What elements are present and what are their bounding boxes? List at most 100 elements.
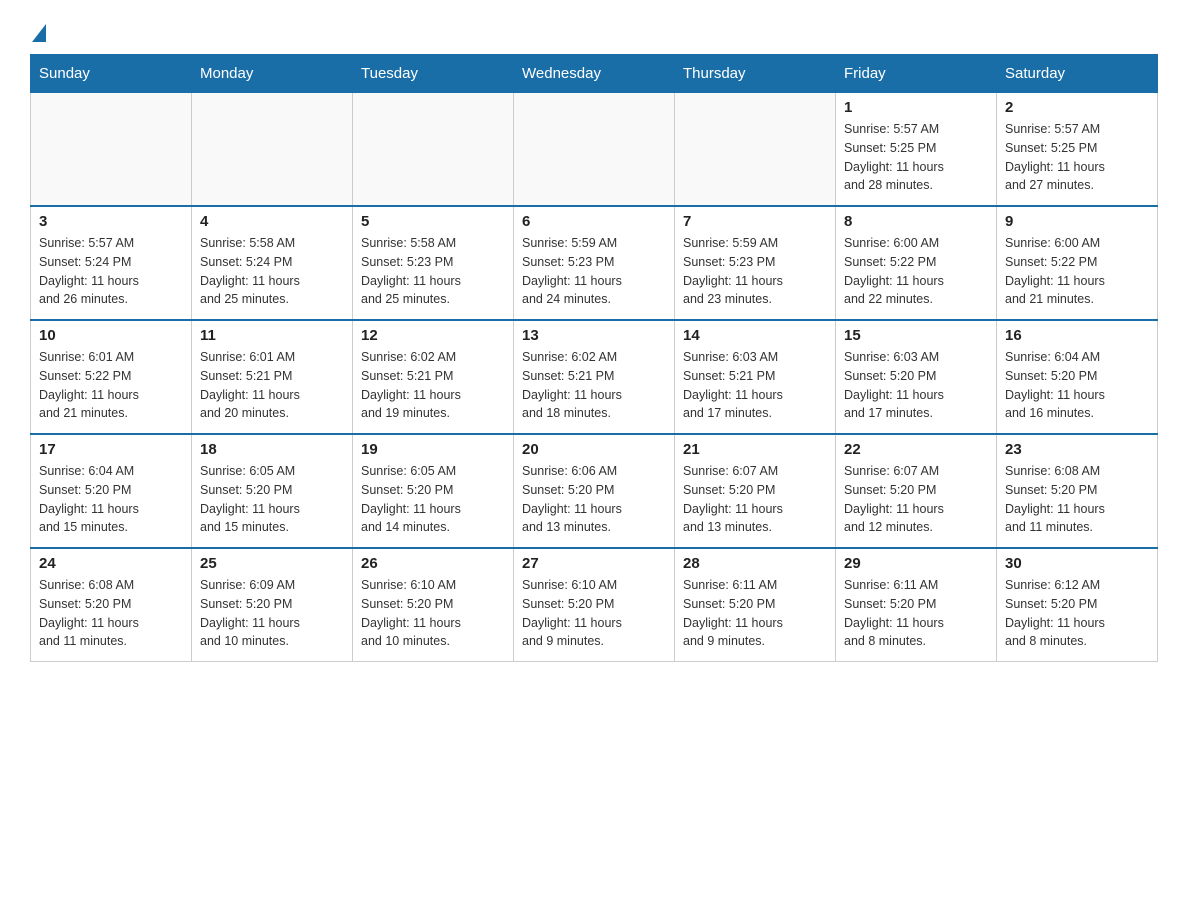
calendar-day-cell: 22 Sunrise: 6:07 AM Sunset: 5:20 PM Dayli… — [836, 434, 997, 548]
page-header — [30, 20, 1158, 34]
day-number: 27 — [522, 555, 666, 572]
day-number: 25 — [200, 555, 344, 572]
day-info: Sunrise: 5:57 AM Sunset: 5:24 PM Dayligh… — [39, 234, 183, 309]
calendar-day-cell: 4 Sunrise: 5:58 AM Sunset: 5:24 PM Daylig… — [192, 206, 353, 320]
day-number: 16 — [1005, 327, 1149, 344]
day-number: 7 — [683, 213, 827, 230]
calendar-week-row: 17 Sunrise: 6:04 AM Sunset: 5:20 PM Dayli… — [31, 434, 1158, 548]
day-info: Sunrise: 6:01 AM Sunset: 5:22 PM Dayligh… — [39, 348, 183, 423]
day-info: Sunrise: 6:10 AM Sunset: 5:20 PM Dayligh… — [361, 576, 505, 651]
day-number: 1 — [844, 99, 988, 116]
calendar-week-row: 3 Sunrise: 5:57 AM Sunset: 5:24 PM Daylig… — [31, 206, 1158, 320]
day-number: 30 — [1005, 555, 1149, 572]
calendar-day-cell — [31, 93, 192, 207]
calendar-day-cell: 1Sunrise: 5:57 AM Sunset: 5:25 PM Daylig… — [836, 93, 997, 207]
day-number: 2 — [1005, 99, 1149, 116]
calendar-day-cell: 30Sunrise: 6:12 AM Sunset: 5:20 PM Dayli… — [997, 548, 1158, 662]
day-number: 3 — [39, 213, 183, 230]
calendar-day-cell: 15 Sunrise: 6:03 AM Sunset: 5:20 PM Dayli… — [836, 320, 997, 434]
day-number: 13 — [522, 327, 666, 344]
day-number: 14 — [683, 327, 827, 344]
calendar-week-row: 1 Sunrise: 5:57 AM Sunset: 5:25 PM Daylig… — [31, 93, 1158, 207]
day-number: 8 — [844, 213, 988, 230]
calendar-day-cell: 23 Sunrise: 6:08 AM Sunset: 5:20 PM Dayli… — [997, 434, 1158, 548]
day-info: Sunrise: 5:58 AM Sunset: 5:24 PM Dayligh… — [200, 234, 344, 309]
day-info: Sunrise: 6:08 AM Sunset: 5:20 PM Dayligh… — [39, 576, 183, 651]
logo-triangle-icon — [32, 24, 46, 42]
calendar-day-cell: 11 Sunrise: 6:01 AM Sunset: 5:21 PM Dayli… — [192, 320, 353, 434]
calendar-day-cell: 16 Sunrise: 6:04 AM Sunset: 5:20 PM Dayli… — [997, 320, 1158, 434]
day-of-week-header: Tuesday — [353, 55, 514, 93]
calendar-day-cell — [192, 93, 353, 207]
day-info: Sunrise: 6:02 AM Sunset: 5:21 PM Dayligh… — [522, 348, 666, 423]
day-number: 28 — [683, 555, 827, 572]
day-of-week-header: Thursday — [675, 55, 836, 93]
day-number: 21 — [683, 441, 827, 458]
day-of-week-header: Saturday — [997, 55, 1158, 93]
day-number: 22 — [844, 441, 988, 458]
calendar-day-cell: 27 Sunrise: 6:10 AM Sunset: 5:20 PM Dayli… — [514, 548, 675, 662]
calendar-day-cell: 12Sunrise: 6:02 AM Sunset: 5:21 PM Dayli… — [353, 320, 514, 434]
day-info: Sunrise: 5:58 AM Sunset: 5:23 PM Dayligh… — [361, 234, 505, 309]
calendar-day-cell — [675, 93, 836, 207]
day-number: 9 — [1005, 213, 1149, 230]
day-info: Sunrise: 6:05 AM Sunset: 5:20 PM Dayligh… — [361, 462, 505, 537]
day-info: Sunrise: 6:07 AM Sunset: 5:20 PM Dayligh… — [844, 462, 988, 537]
day-number: 23 — [1005, 441, 1149, 458]
day-number: 29 — [844, 555, 988, 572]
day-info: Sunrise: 6:00 AM Sunset: 5:22 PM Dayligh… — [1005, 234, 1149, 309]
day-number: 24 — [39, 555, 183, 572]
day-info: Sunrise: 5:57 AM Sunset: 5:25 PM Dayligh… — [1005, 120, 1149, 195]
calendar-day-cell: 29 Sunrise: 6:11 AM Sunset: 5:20 PM Dayli… — [836, 548, 997, 662]
day-info: Sunrise: 5:59 AM Sunset: 5:23 PM Dayligh… — [683, 234, 827, 309]
day-of-week-header: Wednesday — [514, 55, 675, 93]
day-info: Sunrise: 6:08 AM Sunset: 5:20 PM Dayligh… — [1005, 462, 1149, 537]
calendar-day-cell: 7 Sunrise: 5:59 AM Sunset: 5:23 PM Daylig… — [675, 206, 836, 320]
calendar-day-cell: 6 Sunrise: 5:59 AM Sunset: 5:23 PM Daylig… — [514, 206, 675, 320]
calendar-day-cell: 14 Sunrise: 6:03 AM Sunset: 5:21 PM Dayli… — [675, 320, 836, 434]
day-number: 17 — [39, 441, 183, 458]
day-info: Sunrise: 6:07 AM Sunset: 5:20 PM Dayligh… — [683, 462, 827, 537]
day-number: 10 — [39, 327, 183, 344]
calendar-day-cell — [353, 93, 514, 207]
calendar-day-cell: 13 Sunrise: 6:02 AM Sunset: 5:21 PM Dayli… — [514, 320, 675, 434]
calendar-day-cell: 19 Sunrise: 6:05 AM Sunset: 5:20 PM Dayli… — [353, 434, 514, 548]
day-info: Sunrise: 6:03 AM Sunset: 5:20 PM Dayligh… — [844, 348, 988, 423]
day-number: 26 — [361, 555, 505, 572]
calendar-table: SundayMondayTuesdayWednesdayThursdayFrid… — [30, 54, 1158, 662]
day-number: 20 — [522, 441, 666, 458]
day-info: Sunrise: 6:09 AM Sunset: 5:20 PM Dayligh… — [200, 576, 344, 651]
day-info: Sunrise: 6:06 AM Sunset: 5:20 PM Dayligh… — [522, 462, 666, 537]
calendar-day-cell: 3 Sunrise: 5:57 AM Sunset: 5:24 PM Daylig… — [31, 206, 192, 320]
day-info: Sunrise: 6:04 AM Sunset: 5:20 PM Dayligh… — [39, 462, 183, 537]
calendar-day-cell: 8 Sunrise: 6:00 AM Sunset: 5:22 PM Daylig… — [836, 206, 997, 320]
day-of-week-header: Friday — [836, 55, 997, 93]
day-info: Sunrise: 6:10 AM Sunset: 5:20 PM Dayligh… — [522, 576, 666, 651]
day-info: Sunrise: 6:05 AM Sunset: 5:20 PM Dayligh… — [200, 462, 344, 537]
calendar-day-cell: 9 Sunrise: 6:00 AM Sunset: 5:22 PM Daylig… — [997, 206, 1158, 320]
calendar-day-cell — [514, 93, 675, 207]
calendar-day-cell: 5Sunrise: 5:58 AM Sunset: 5:23 PM Daylig… — [353, 206, 514, 320]
day-info: Sunrise: 6:00 AM Sunset: 5:22 PM Dayligh… — [844, 234, 988, 309]
day-info: Sunrise: 6:03 AM Sunset: 5:21 PM Dayligh… — [683, 348, 827, 423]
calendar-day-cell: 25 Sunrise: 6:09 AM Sunset: 5:20 PM Dayli… — [192, 548, 353, 662]
calendar-day-cell: 26 Sunrise: 6:10 AM Sunset: 5:20 PM Dayli… — [353, 548, 514, 662]
logo — [30, 20, 46, 34]
calendar-day-cell: 28 Sunrise: 6:11 AM Sunset: 5:20 PM Dayli… — [675, 548, 836, 662]
day-number: 11 — [200, 327, 344, 344]
calendar-day-cell: 21 Sunrise: 6:07 AM Sunset: 5:20 PM Dayli… — [675, 434, 836, 548]
day-info: Sunrise: 5:59 AM Sunset: 5:23 PM Dayligh… — [522, 234, 666, 309]
day-number: 19 — [361, 441, 505, 458]
calendar-header-row: SundayMondayTuesdayWednesdayThursdayFrid… — [31, 55, 1158, 93]
day-info: Sunrise: 6:11 AM Sunset: 5:20 PM Dayligh… — [844, 576, 988, 651]
day-info: Sunrise: 6:02 AM Sunset: 5:21 PM Dayligh… — [361, 348, 505, 423]
calendar-day-cell: 10 Sunrise: 6:01 AM Sunset: 5:22 PM Dayli… — [31, 320, 192, 434]
calendar-day-cell: 24 Sunrise: 6:08 AM Sunset: 5:20 PM Dayli… — [31, 548, 192, 662]
day-info: Sunrise: 6:04 AM Sunset: 5:20 PM Dayligh… — [1005, 348, 1149, 423]
day-info: Sunrise: 6:01 AM Sunset: 5:21 PM Dayligh… — [200, 348, 344, 423]
day-info: Sunrise: 6:11 AM Sunset: 5:20 PM Dayligh… — [683, 576, 827, 651]
day-number: 15 — [844, 327, 988, 344]
day-of-week-header: Sunday — [31, 55, 192, 93]
day-number: 6 — [522, 213, 666, 230]
day-number: 4 — [200, 213, 344, 230]
